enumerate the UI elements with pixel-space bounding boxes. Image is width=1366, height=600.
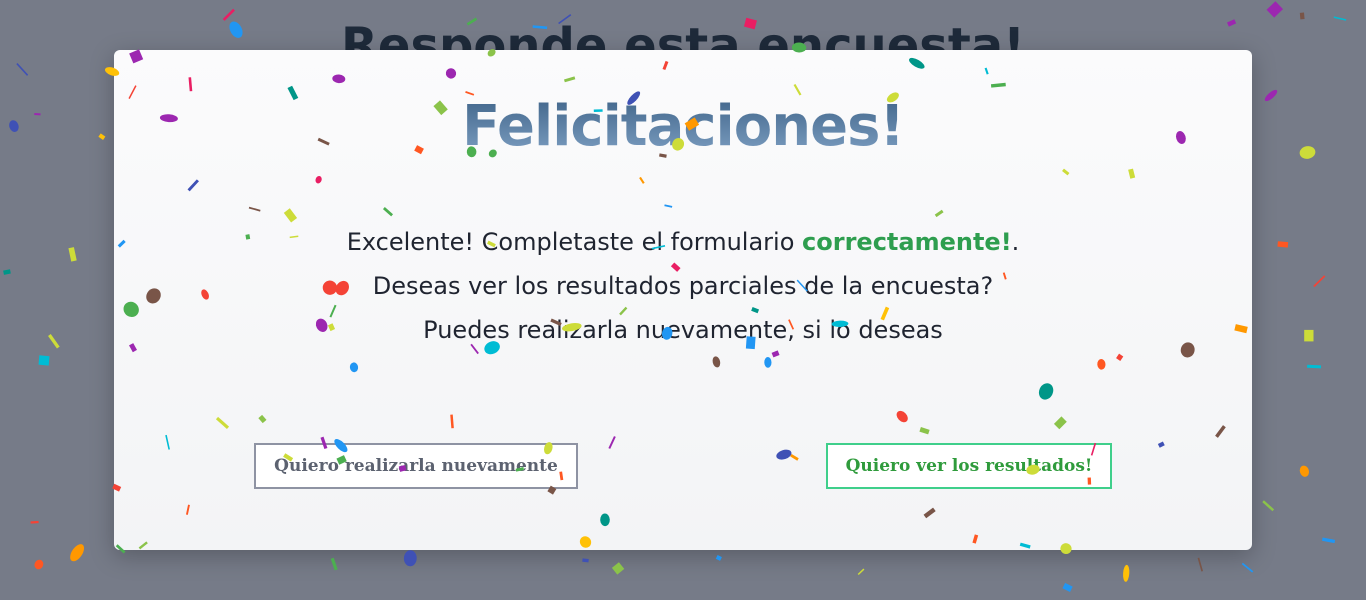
confetti-piece: [1321, 537, 1336, 544]
confetti-piece: [1313, 275, 1326, 288]
confetti-piece: [1266, 1, 1284, 18]
confetti-piece: [3, 269, 11, 275]
confetti-piece: [330, 557, 338, 571]
message-line-1-end: .: [1011, 228, 1020, 256]
modal-message: Excelente! Completaste el formulario cor…: [114, 220, 1252, 352]
confetti-piece: [1062, 582, 1073, 592]
confetti-piece: [582, 558, 589, 563]
confetti-piece: [1241, 562, 1254, 573]
message-line-1-text: Excelente! Completaste el formulario: [346, 228, 803, 256]
confetti-piece: [1307, 364, 1322, 369]
success-modal: Felicitaciones! Excelente! Completaste e…: [114, 50, 1252, 550]
confetti-piece: [68, 247, 77, 262]
message-line-2: Deseas ver los resultados parciales de l…: [372, 272, 994, 300]
confetti-piece: [403, 550, 417, 567]
confetti-piece: [98, 133, 106, 140]
success-highlight: correctamente!: [802, 228, 1012, 256]
retake-survey-button[interactable]: Quiero realizarla nuevamente: [254, 443, 578, 489]
confetti-piece: [30, 520, 39, 524]
confetti-piece: [34, 559, 44, 570]
confetti-piece: [48, 334, 60, 349]
confetti-piece: [1264, 89, 1278, 102]
confetti-piece: [38, 355, 50, 366]
confetti-piece: [9, 120, 19, 132]
message-line-1: Excelente! Completaste el formulario cor…: [114, 220, 1252, 264]
confetti-piece: [857, 568, 865, 576]
confetti-piece: [1299, 465, 1310, 477]
confetti-piece: [1299, 146, 1316, 159]
view-results-button[interactable]: Quiero ver los resultados!: [826, 443, 1112, 489]
confetti-piece: [715, 555, 722, 561]
modal-title: Felicitaciones!: [114, 94, 1252, 159]
confetti-piece: [1123, 564, 1130, 582]
confetti-piece: [611, 562, 625, 575]
confetti-piece: [70, 544, 85, 562]
confetti-piece: [1304, 329, 1314, 342]
confetti-piece: [1277, 241, 1289, 248]
message-line-3: Puedes realizarla nuevamente, si lo dese…: [423, 316, 943, 344]
confetti-piece: [1197, 557, 1204, 572]
confetti-piece: [1262, 500, 1275, 512]
